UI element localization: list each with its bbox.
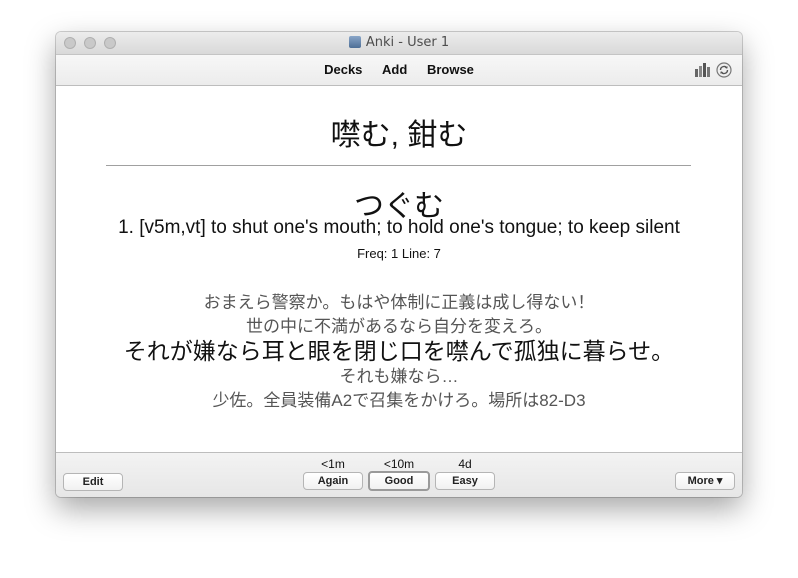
browse-link[interactable]: Browse <box>427 62 474 77</box>
sync-icon[interactable] <box>716 62 732 78</box>
example-line: おまえら警察か。もはや体制に正義は成し得ない！ <box>203 293 595 312</box>
example-line: それも嫌なら… <box>339 367 459 386</box>
good-button[interactable]: Good <box>368 471 430 491</box>
edit-button[interactable]: Edit <box>63 473 123 491</box>
example-line: 少佐。全員装備A2で召集をかけろ。場所は82-D3 <box>212 391 586 410</box>
anki-app-icon <box>348 36 361 48</box>
main-nav: Decks Add Browse <box>56 62 742 77</box>
stats-icon[interactable] <box>694 63 710 77</box>
example-line-highlight: それが嫌なら耳と眼を閉じ口を噤んで孤独に暮らせ。 <box>123 338 675 364</box>
top-toolbar: Decks Add Browse <box>56 55 742 86</box>
again-button[interactable]: Again <box>303 472 363 490</box>
card-frequency: Freq: 1 Line: 7 <box>357 246 441 261</box>
easy-interval: 4d <box>458 457 472 471</box>
review-bottom-bar: Edit <1m <10m 4d Again Good Easy More ▾ <box>56 452 742 497</box>
card-content: 噤む, 鉗む つぐむ 1. [v5m,vt] to shut one's mou… <box>56 86 742 452</box>
window-title-text: Anki - User 1 <box>365 35 450 50</box>
card-meaning: 1. [v5m,vt] to shut one's mouth; to hold… <box>118 217 680 238</box>
answer-divider <box>106 165 691 166</box>
good-interval: <10m <box>383 457 415 471</box>
decks-link[interactable]: Decks <box>324 62 362 77</box>
add-link[interactable]: Add <box>382 62 407 77</box>
easy-button[interactable]: Easy <box>435 472 495 490</box>
window-title: Anki - User 1 <box>56 35 742 50</box>
card-front-word: 噤む, 鉗む <box>330 119 468 152</box>
more-button[interactable]: More ▾ <box>675 472 735 490</box>
again-interval: <1m <box>321 457 345 471</box>
title-bar: Anki - User 1 <box>56 32 742 55</box>
anki-window: Anki - User 1 Decks Add Browse 噤む, 鉗む つぐ… <box>56 32 742 497</box>
